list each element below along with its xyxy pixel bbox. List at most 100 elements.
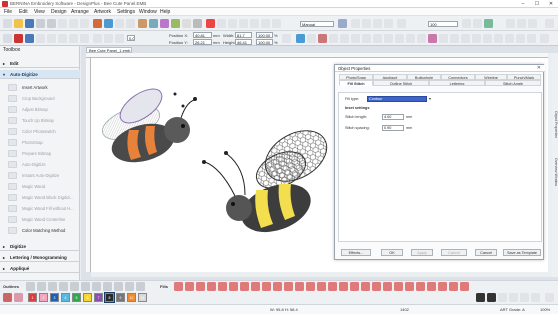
hoop-settings-icon[interactable] — [338, 19, 347, 28]
zoom-select[interactable]: 100 — [428, 21, 458, 27]
show-grid-icon[interactable] — [362, 19, 371, 28]
tool-magic-wand-block[interactable]: Magic Wand Block Digitizi... — [0, 193, 80, 202]
chevron-down-icon[interactable]: ▾ — [429, 96, 431, 101]
zoom-fit-icon[interactable] — [261, 19, 270, 28]
fill-style-21-icon[interactable] — [394, 282, 403, 291]
stitch-angle-icon[interactable] — [527, 34, 536, 43]
measure-icon[interactable] — [272, 19, 281, 28]
ok-button[interactable]: OK — [381, 249, 403, 256]
color-swatch[interactable]: 8 — [104, 292, 115, 303]
bee-right[interactable] — [202, 120, 336, 241]
tool-crop-background[interactable]: Crop Background — [0, 94, 80, 103]
color-swatch[interactable]: 3 — [50, 293, 59, 302]
satin-outline-icon[interactable] — [450, 34, 459, 43]
close-icon[interactable]: ✕ — [537, 65, 541, 72]
tool-magic-wand-centerline[interactable]: Magic Wand Centerline — [0, 215, 80, 224]
stitch-spacing-input[interactable]: 0.90 — [382, 125, 404, 131]
copy-icon[interactable] — [69, 19, 78, 28]
fill-style-18-icon[interactable] — [361, 282, 370, 291]
fill-style-7-icon[interactable] — [240, 282, 249, 291]
triple-outline-icon[interactable] — [395, 34, 404, 43]
palette-settings-icon[interactable] — [520, 293, 529, 302]
color-swatch[interactable]: 1 — [28, 293, 37, 302]
stitch-player-icon[interactable] — [160, 19, 169, 28]
polygon-select-icon[interactable] — [25, 34, 34, 43]
fill-style-22-icon[interactable] — [405, 282, 414, 291]
pan-icon[interactable] — [250, 19, 259, 28]
zoom-1to1-icon[interactable] — [462, 19, 471, 28]
backstitch-icon[interactable] — [417, 34, 426, 43]
color-swatch[interactable]: 9 — [116, 293, 125, 302]
blanket-icon[interactable] — [461, 34, 470, 43]
menu-file[interactable]: File — [4, 9, 12, 15]
e-stitch-icon[interactable] — [483, 34, 492, 43]
side-tab-object-properties[interactable]: Object Properties — [552, 111, 558, 138]
fill-style-24-icon[interactable] — [427, 282, 436, 291]
send-to-machine-icon[interactable] — [93, 19, 102, 28]
outline-style-4-icon[interactable] — [59, 282, 68, 291]
show-hoop-icon[interactable] — [351, 19, 360, 28]
menu-view[interactable]: View — [34, 9, 45, 15]
mirror-icon[interactable] — [115, 34, 124, 43]
fill-style-13-icon[interactable] — [306, 282, 315, 291]
pattern-fill-icon[interactable] — [318, 34, 327, 43]
color-film-icon[interactable] — [506, 19, 515, 28]
add-color-icon[interactable] — [476, 293, 485, 302]
print-icon[interactable] — [36, 19, 45, 28]
fill-style-4-icon[interactable] — [207, 282, 216, 291]
apply-button[interactable]: Apply — [411, 249, 433, 256]
rotate-right-icon[interactable] — [104, 34, 113, 43]
menu-artwork[interactable]: Artwork — [94, 9, 111, 15]
threads-icon[interactable] — [498, 293, 507, 302]
fill-style-23-icon[interactable] — [416, 282, 425, 291]
outline-style-8-icon[interactable] — [103, 282, 112, 291]
eyedropper-icon[interactable] — [3, 293, 12, 302]
paste-icon[interactable] — [80, 19, 89, 28]
stemstitch-icon[interactable] — [439, 34, 448, 43]
menu-arrange[interactable]: Arrange — [71, 9, 89, 15]
tool-touch-up-bitmap[interactable]: Touch Up Bitmap — [0, 116, 80, 125]
outline-style-2-icon[interactable] — [37, 282, 46, 291]
tab-lettering[interactable]: Lettering — [429, 80, 485, 86]
outline-style-10-icon[interactable] — [125, 282, 134, 291]
fill-style-26-icon[interactable] — [449, 282, 458, 291]
lock-icon[interactable] — [69, 34, 78, 43]
fill-style-6-icon[interactable] — [229, 282, 238, 291]
fill-style-27-icon[interactable] — [460, 282, 469, 291]
outline-style-7-icon[interactable] — [92, 282, 101, 291]
color-swatch[interactable]: 2 — [39, 293, 48, 302]
toolbox-group-applique[interactable]: ▸ Appliqué — [0, 264, 80, 273]
zoom-box-icon[interactable] — [239, 19, 248, 28]
zoom-all-icon[interactable] — [473, 19, 482, 28]
toolbox-group-auto-digitize[interactable]: ▾ Auto-Digitize — [0, 70, 80, 79]
tab-outline-stitch[interactable]: Outline Stitch — [373, 80, 429, 86]
hoop-icon[interactable] — [138, 19, 147, 28]
color-swatch[interactable]: 11 — [138, 293, 147, 302]
fill-style-15-icon[interactable] — [328, 282, 337, 291]
travel-icon[interactable] — [36, 34, 45, 43]
satin-icon[interactable] — [307, 34, 316, 43]
candlewicking-icon[interactable] — [428, 34, 437, 43]
fill-style-8-icon[interactable] — [251, 282, 260, 291]
minimize-button[interactable]: – — [516, 0, 530, 8]
height-percent-input[interactable]: 100.00 — [256, 39, 273, 45]
proportional-lock-icon[interactable] — [282, 34, 291, 43]
fill-style-11-icon[interactable] — [284, 282, 293, 291]
fill-style-19-icon[interactable] — [372, 282, 381, 291]
color-swatch[interactable]: 10 — [127, 293, 136, 302]
texture-icon[interactable] — [171, 19, 180, 28]
zoom-out-icon[interactable] — [228, 19, 237, 28]
color-swatch[interactable]: 4 — [61, 293, 70, 302]
stitch-length-input[interactable]: 4.00 — [382, 114, 404, 120]
cross-stitch-icon[interactable] — [340, 34, 349, 43]
cancel-button[interactable]: Cancel — [475, 249, 497, 256]
tool-magic-wand-fill[interactable]: Magic Wand Fill without H... — [0, 204, 80, 213]
hoop-select[interactable]: Manual — [300, 21, 334, 27]
select-object-icon[interactable] — [3, 34, 12, 43]
tab-fill-stitch[interactable]: Fill Stitch — [339, 80, 373, 86]
angle-input[interactable]: 0.00 — [127, 35, 135, 41]
tool-prepare-bitmap[interactable]: Prepare Bitmap — [0, 149, 80, 158]
show-stitches-icon[interactable] — [193, 19, 202, 28]
outline-style-icon[interactable] — [516, 34, 525, 43]
outline-style-11-icon[interactable] — [136, 282, 145, 291]
